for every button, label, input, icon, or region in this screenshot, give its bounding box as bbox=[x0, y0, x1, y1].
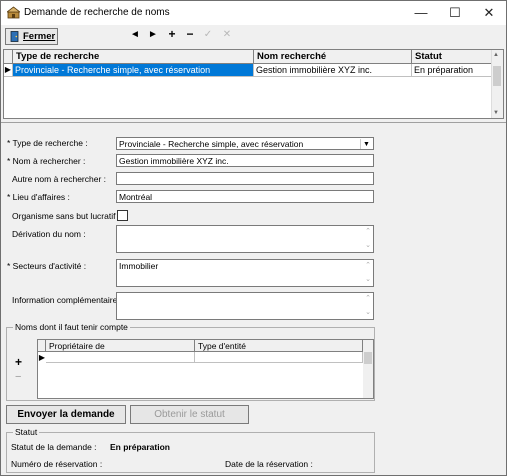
type-select-value: Provinciale - Recherche simple, avec rés… bbox=[119, 139, 304, 149]
request-status-label: Statut de la demande : bbox=[11, 442, 97, 452]
row-pointer-icon: ▶ bbox=[4, 64, 13, 77]
table-row-name-cell[interactable]: Gestion immobilière XYZ inc. bbox=[254, 64, 412, 77]
type-label: * Type de recherche : bbox=[7, 138, 88, 148]
scroll-thumb[interactable] bbox=[493, 66, 501, 86]
chevron-down-icon[interactable]: ▼ bbox=[360, 139, 372, 149]
other-name-input[interactable] bbox=[116, 172, 374, 185]
info-label: Information complémentaire : bbox=[12, 295, 123, 305]
table-row-status-cell[interactable]: En préparation bbox=[412, 64, 493, 77]
confirm-icon[interactable]: ✓ bbox=[202, 29, 214, 40]
add-icon[interactable]: + bbox=[166, 27, 178, 41]
close-button-label: Fermer bbox=[23, 31, 56, 42]
column-header-status[interactable]: Statut bbox=[412, 50, 493, 64]
names-group-title: Noms dont il faut tenir compte bbox=[13, 322, 130, 332]
title-bar: Demande de recherche de noms — ☐ ✕ bbox=[1, 1, 506, 25]
nonprofit-label: Organisme sans but lucratif bbox=[12, 211, 116, 221]
table-scrollbar[interactable]: ▲ ▼ bbox=[491, 50, 503, 118]
send-request-button[interactable]: Envoyer la demande bbox=[6, 405, 126, 424]
reservation-number-label: Numéro de réservation : bbox=[11, 459, 103, 469]
derivation-scrollbar[interactable]: ⌃ ⌄ bbox=[363, 226, 373, 252]
close-window-button[interactable]: ✕ bbox=[472, 1, 506, 25]
app-icon bbox=[7, 6, 20, 19]
remove-name-icon[interactable]: − bbox=[15, 371, 21, 383]
column-header-name[interactable]: Nom recherché bbox=[254, 50, 412, 64]
toolbar: Fermer ◄ ► + − ✓ ✕ bbox=[1, 25, 506, 47]
minimize-button[interactable]: — bbox=[404, 1, 438, 25]
add-name-icon[interactable]: + bbox=[15, 355, 22, 369]
names-row-pointer-icon: ▶ bbox=[38, 353, 46, 362]
derivation-label: Dérivation du nom : bbox=[12, 229, 86, 239]
info-scrollbar[interactable]: ⌃ ⌄ bbox=[363, 293, 373, 319]
names-table-scrollbar[interactable] bbox=[363, 340, 373, 398]
place-label: * Lieu d'affaires : bbox=[7, 192, 70, 202]
name-label: * Nom à rechercher : bbox=[7, 156, 86, 166]
request-status-value: En préparation bbox=[110, 442, 170, 452]
nonprofit-checkbox[interactable] bbox=[117, 210, 128, 221]
type-select[interactable]: Provinciale - Recherche simple, avec rés… bbox=[116, 137, 374, 150]
row-header-corner bbox=[4, 50, 13, 64]
sectors-scrollbar[interactable]: ⌃ ⌄ bbox=[363, 260, 373, 286]
scroll-up-icon[interactable]: ▲ bbox=[493, 52, 499, 58]
names-column-owner[interactable]: Propriétaire de bbox=[46, 340, 195, 352]
maximize-button[interactable]: ☐ bbox=[438, 1, 472, 25]
remove-icon[interactable]: − bbox=[184, 27, 196, 41]
derivation-textarea[interactable]: ⌃ ⌄ bbox=[116, 225, 374, 253]
get-status-button[interactable]: Obtenir le statut bbox=[130, 405, 249, 424]
table-row-type-cell[interactable]: Provinciale - Recherche simple, avec rés… bbox=[13, 64, 254, 77]
next-icon[interactable]: ► bbox=[147, 29, 159, 40]
close-button[interactable]: Fermer bbox=[5, 28, 58, 45]
main-window: Demande de recherche de noms — ☐ ✕ Ferme… bbox=[0, 0, 507, 476]
window-title: Demande de recherche de noms bbox=[24, 7, 170, 18]
status-group-title: Statut bbox=[13, 427, 40, 437]
scroll-down-icon[interactable]: ▼ bbox=[493, 110, 499, 116]
other-name-label: Autre nom à rechercher : bbox=[12, 174, 107, 184]
sectors-value: Immobilier bbox=[119, 261, 159, 271]
cancel-icon[interactable]: ✕ bbox=[221, 29, 233, 40]
sectors-label: * Secteurs d'activité : bbox=[7, 261, 87, 271]
place-input[interactable]: Montréal bbox=[116, 190, 374, 203]
names-entity-type-cell[interactable] bbox=[195, 352, 363, 363]
name-input[interactable]: Gestion immobilière XYZ inc. bbox=[116, 154, 374, 167]
sectors-textarea[interactable]: Immobilier ⌃ ⌄ bbox=[116, 259, 374, 287]
column-header-type[interactable]: Type de recherche bbox=[13, 50, 254, 64]
names-column-entity-type[interactable]: Type d'entité bbox=[195, 340, 363, 352]
names-group: Noms dont il faut tenir compte + − Propr… bbox=[6, 322, 375, 401]
info-textarea[interactable]: ⌃ ⌄ bbox=[116, 292, 374, 320]
names-table: Propriétaire de Type d'entité ▶ bbox=[37, 339, 374, 399]
names-owner-cell[interactable] bbox=[46, 352, 195, 363]
names-row-header-corner bbox=[38, 340, 46, 352]
reservation-date-label: Date de la réservation : bbox=[225, 459, 313, 469]
request-form: * Type de recherche : Provinciale - Rech… bbox=[1, 122, 506, 476]
door-icon bbox=[10, 31, 19, 42]
requests-table: Type de recherche Nom recherché Statut ▶… bbox=[3, 49, 504, 119]
previous-icon[interactable]: ◄ bbox=[129, 29, 141, 40]
status-group: Statut Statut de la demande : En prépara… bbox=[6, 427, 375, 473]
names-scroll-thumb[interactable] bbox=[364, 352, 372, 364]
